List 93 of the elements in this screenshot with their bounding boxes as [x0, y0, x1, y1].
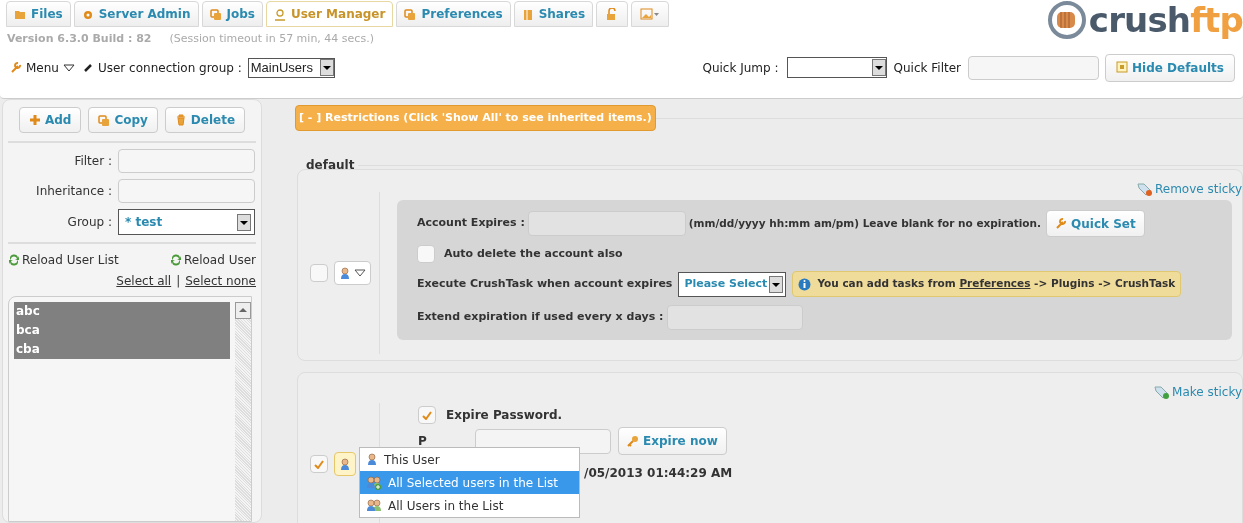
- copy-icon: [98, 113, 111, 127]
- preferences-link[interactable]: Preferences: [959, 277, 1031, 290]
- menu-item[interactable]: All Users in the List: [360, 494, 579, 517]
- sidebar-button[interactable]: Copy: [88, 107, 158, 133]
- caret-icon: [237, 213, 251, 231]
- tag-add-icon: [1154, 385, 1171, 399]
- image-menu-tab[interactable]: [631, 1, 670, 27]
- check-icon: [314, 459, 324, 469]
- connection-group-label: User connection group :: [97, 59, 242, 77]
- tab[interactable]: Preferences: [396, 1, 511, 27]
- refresh-icon: [8, 254, 20, 266]
- connection-group-select[interactable]: MainUsers: [247, 57, 335, 78]
- checkbox-label: Expire Password.: [446, 407, 563, 424]
- sticky-link[interactable]: Remove sticky: [1136, 180, 1242, 198]
- tab[interactable]: User Manager: [265, 1, 394, 27]
- caret-icon: [769, 275, 784, 293]
- user-list-item[interactable]: cba: [14, 340, 230, 359]
- copy-icon: [404, 7, 417, 21]
- caret-icon: [62, 63, 75, 72]
- lock-icon: [606, 8, 619, 20]
- quick-jump-label: Quick Jump :: [702, 59, 779, 77]
- field-label: Inheritance :: [35, 183, 112, 200]
- apply-checkbox[interactable]: [310, 455, 328, 473]
- select-all-link[interactable]: Select all: [116, 272, 172, 290]
- user-icon: [339, 266, 351, 280]
- user-icon: [366, 453, 378, 466]
- tab[interactable]: Files: [6, 1, 71, 27]
- expiry-date-text: /05/2013 01:44:29 AM: [584, 465, 733, 482]
- user-icon: [339, 457, 351, 471]
- inheritance-field[interactable]: [118, 179, 255, 203]
- expand-icon: [1116, 61, 1128, 74]
- separator-text: |: [176, 273, 181, 290]
- checkbox-label: Auto delete the account also: [444, 245, 623, 262]
- group-select[interactable]: * test: [118, 209, 255, 235]
- user-list-item[interactable]: bca: [14, 321, 230, 340]
- field-label: Group :: [66, 214, 112, 231]
- sticky-link[interactable]: Make sticky: [1154, 383, 1242, 401]
- tab[interactable]: Server Admin: [73, 1, 199, 27]
- key-icon: [627, 434, 639, 448]
- quick-filter-label: Quick Filter: [893, 59, 961, 77]
- trash-icon: [174, 113, 187, 127]
- caret-icon: [871, 59, 886, 76]
- tag-remove-icon: [1136, 182, 1153, 196]
- wrench-icon: [10, 61, 22, 74]
- info-text: You can add tasks from Preferences -> Plugins -> CrushTask: [817, 276, 1176, 292]
- field-label: Filter :: [73, 153, 112, 170]
- lock-tab[interactable]: [596, 1, 629, 27]
- apply-checkbox[interactable]: [310, 264, 328, 282]
- menu-button[interactable]: Menu: [10, 58, 75, 77]
- section-title: default: [305, 157, 356, 174]
- menu-item[interactable]: This User: [360, 448, 579, 471]
- caret-icon: [354, 269, 366, 277]
- scope-button[interactable]: [334, 261, 371, 285]
- restrictions-toggle[interactable]: [ - ] Restrictions (Click 'Show All' to see inherited items.): [295, 105, 656, 131]
- quick-set-button[interactable]: Quick Set: [1046, 210, 1145, 237]
- info-icon: [798, 277, 812, 291]
- user-icon: [273, 7, 286, 21]
- sidebar-button[interactable]: Delete: [164, 107, 246, 133]
- reload-link[interactable]: Reload User: [170, 251, 256, 269]
- reload-link[interactable]: Reload User List: [8, 251, 119, 269]
- users-icon: [366, 498, 382, 513]
- auto-delete-checkbox[interactable]: [417, 245, 435, 263]
- tab[interactable]: Jobs: [201, 1, 263, 27]
- expire-now-button[interactable]: Expire now: [618, 427, 727, 455]
- quick-jump-select[interactable]: [786, 57, 887, 78]
- image-caret-icon: [640, 8, 661, 20]
- check-icon: [422, 410, 432, 420]
- scrollbar[interactable]: [235, 302, 251, 521]
- select-none-link[interactable]: Select none: [185, 272, 256, 290]
- hint-text: (mm/dd/yyyy hh:mm am/pm) Leave blank for no expiration.: [688, 215, 1042, 231]
- menu-item[interactable]: All Selected users in the List: [360, 471, 579, 494]
- field-label: Extend expiration if used every x days :: [417, 309, 664, 326]
- field-label: Execute CrushTask when account expires: [417, 275, 673, 292]
- expire-password-checkbox[interactable]: [418, 406, 436, 424]
- filter-field[interactable]: [118, 149, 255, 173]
- hide-defaults-button[interactable]: Hide Defaults: [1105, 53, 1235, 82]
- sidebar-button[interactable]: Add: [18, 107, 82, 133]
- tab[interactable]: Shares: [513, 1, 594, 27]
- refresh-icon: [170, 254, 182, 266]
- caret-icon: [319, 59, 334, 76]
- copy-icon: [209, 7, 222, 21]
- scope-button[interactable]: [334, 452, 356, 476]
- session-text: (Session timeout in 57 min, 44 secs.): [169, 31, 374, 47]
- users-add-icon: [366, 475, 382, 490]
- plus-icon: [28, 113, 41, 127]
- logo-text: crushftp: [1088, 3, 1243, 37]
- user-list-item[interactable]: abc: [14, 302, 230, 321]
- version-text: Version 6.3.0 Build : 82: [7, 31, 152, 47]
- crushtask-select[interactable]: Please Select: [678, 271, 787, 297]
- quick-filter-field[interactable]: [968, 55, 1099, 80]
- wrench-icon: [1055, 217, 1068, 230]
- field-label: Account Expires :: [417, 215, 525, 232]
- field-label: P: [418, 433, 428, 450]
